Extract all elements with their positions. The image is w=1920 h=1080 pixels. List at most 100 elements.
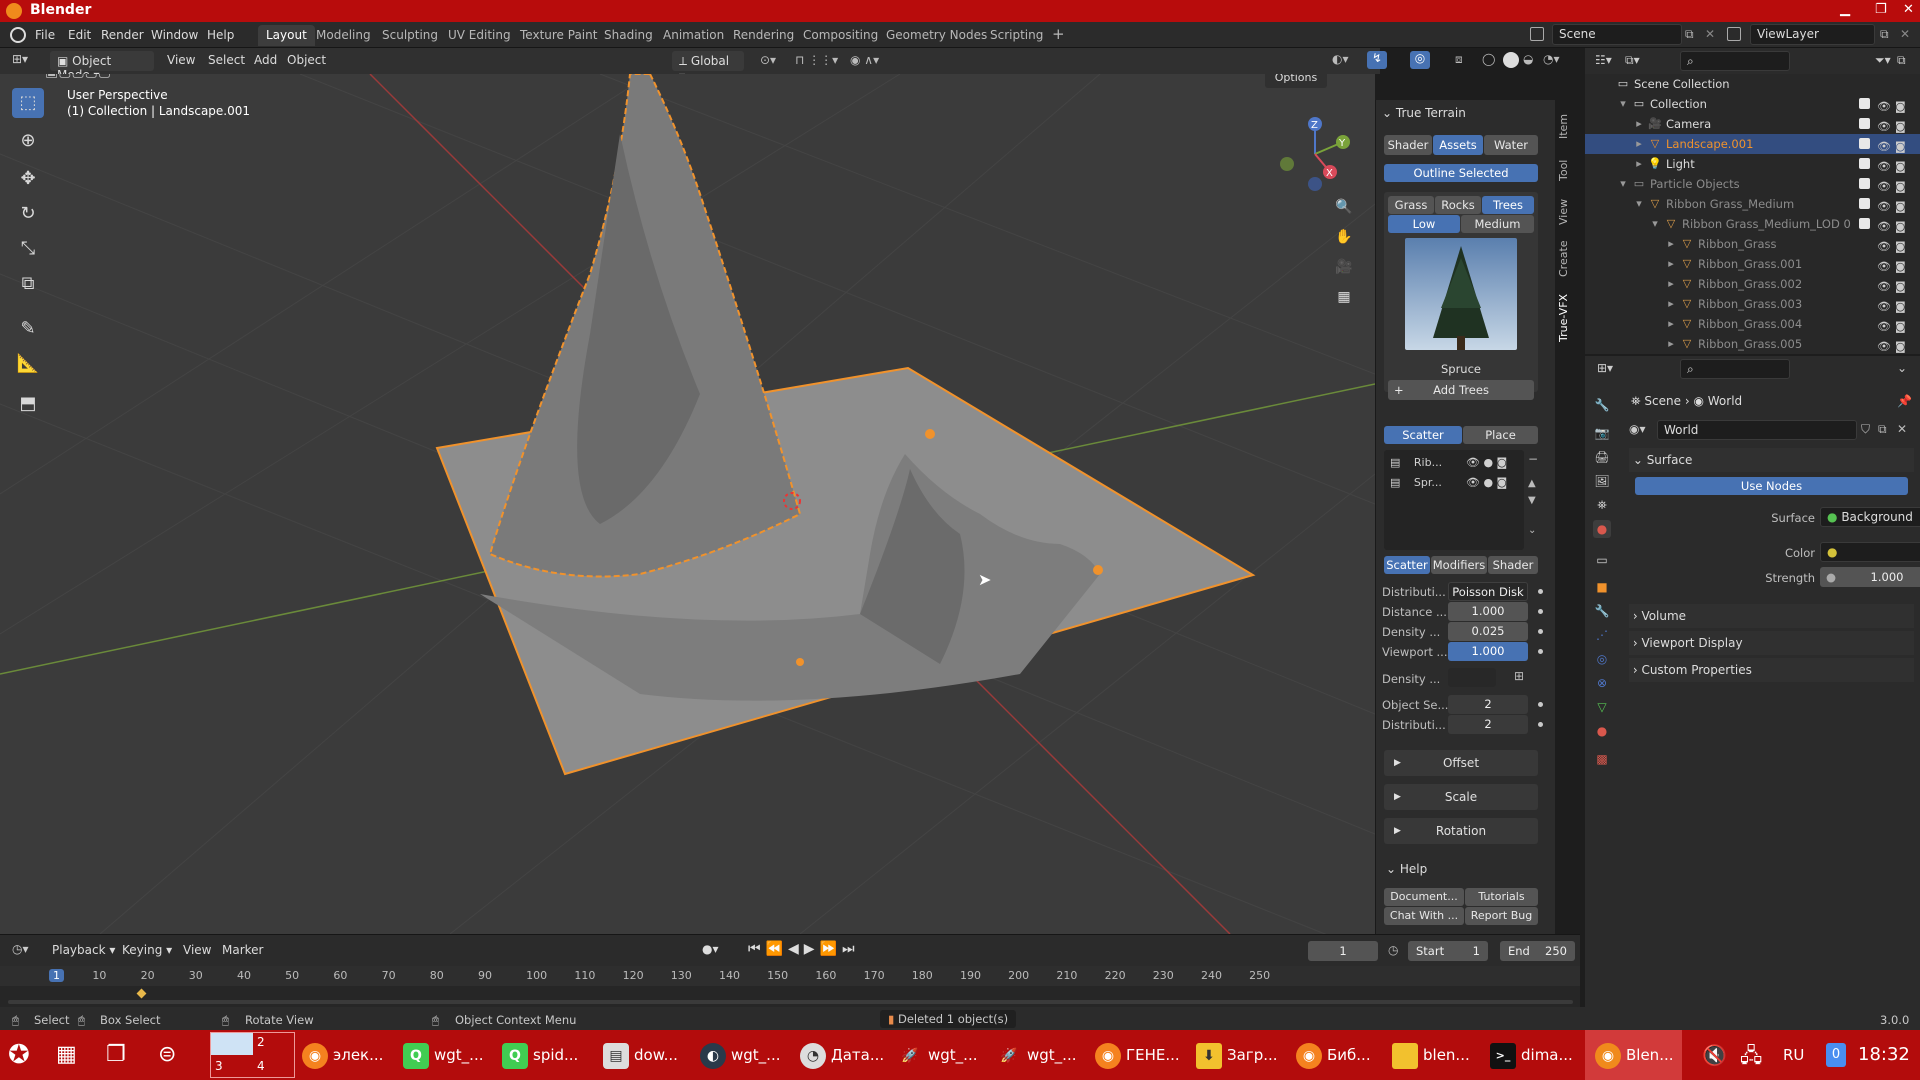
- expand-arrow-icon[interactable]: ▸: [1664, 237, 1678, 251]
- pan-view-icon[interactable]: ✋: [1331, 224, 1357, 250]
- preview-range-icon[interactable]: ◷: [1388, 943, 1398, 957]
- scale-section[interactable]: ▶ Scale: [1384, 784, 1538, 810]
- exclude-checkbox[interactable]: [1859, 218, 1870, 229]
- timeline-editor-icon[interactable]: ◷▾: [12, 942, 29, 956]
- list-menu-icon[interactable]: ⌄: [1528, 525, 1536, 536]
- task-qt-1[interactable]: Qwgt_...: [403, 1037, 483, 1073]
- transform-tool-icon[interactable]: ⧉: [12, 269, 44, 299]
- outliner-row[interactable]: ▾ ▽ Ribbon Grass_Medium 👁 ◙: [1585, 194, 1920, 214]
- navigation-gizmo[interactable]: Z Y X: [1275, 114, 1355, 194]
- side-tab-create[interactable]: Create: [1557, 237, 1573, 281]
- visibility-eye-icon[interactable]: 👁: [1877, 337, 1891, 357]
- particles-props-icon[interactable]: ⋰: [1593, 626, 1611, 644]
- new-scene-icon[interactable]: ⧉: [1685, 27, 1694, 42]
- add-cube-tool-icon[interactable]: ⬒: [12, 389, 44, 419]
- workspace-pager[interactable]: 2 3 4: [210, 1032, 295, 1078]
- spruce-thumbnail[interactable]: [1405, 238, 1517, 350]
- add-trees-button[interactable]: + Add Trees: [1388, 380, 1534, 400]
- menu-edit[interactable]: Edit: [68, 28, 91, 42]
- vp-menu-select[interactable]: Select: [208, 53, 245, 67]
- side-tab-tool[interactable]: Tool: [1557, 152, 1573, 188]
- list-item[interactable]: ▤ Rib... 👁 ● ◙: [1390, 456, 1520, 472]
- expand-arrow-icon[interactable]: ▸: [1632, 157, 1646, 171]
- exclude-checkbox[interactable]: [1859, 138, 1870, 149]
- overlay-toggle-icon[interactable]: ◎: [1410, 51, 1430, 69]
- task-wgt-3[interactable]: ◐ wgt_...: [700, 1037, 780, 1073]
- workspace-4[interactable]: 4: [257, 1059, 265, 1073]
- tab-shading[interactable]: Shading: [596, 25, 661, 46]
- strength-field[interactable]: ● 1.000: [1820, 567, 1920, 587]
- timeline-menu-view[interactable]: View: [183, 943, 211, 957]
- scene-field[interactable]: Scene: [1552, 24, 1682, 45]
- timeline-scrollbar[interactable]: [8, 1000, 1573, 1004]
- expand-arrow-icon[interactable]: ▸: [1664, 257, 1678, 271]
- keyframe-marker[interactable]: [136, 988, 147, 999]
- solid-shading-icon[interactable]: [1503, 52, 1519, 68]
- world-props-icon[interactable]: ●: [1593, 520, 1611, 538]
- density-field[interactable]: 0.025: [1448, 622, 1528, 641]
- list-item-toggles-icon[interactable]: 👁 ● ◙: [1466, 476, 1507, 489]
- menu-file[interactable]: File: [35, 28, 55, 42]
- texture-props-icon[interactable]: ▩: [1593, 750, 1611, 768]
- exclude-checkbox[interactable]: [1859, 158, 1870, 169]
- zoom-view-icon[interactable]: 🔍: [1331, 194, 1357, 220]
- asset-trees-button[interactable]: Trees: [1482, 196, 1534, 214]
- view-layer-icon[interactable]: [1727, 27, 1741, 41]
- expand-arrow-icon[interactable]: ▸: [1664, 317, 1678, 331]
- outliner-row[interactable]: ▸ ▽ Ribbon_Grass.004 👁 ◙: [1585, 314, 1920, 334]
- scene-props-icon[interactable]: ⛯: [1593, 496, 1611, 514]
- subtab-shader[interactable]: Shader: [1488, 556, 1538, 574]
- files-icon[interactable]: ⊜: [158, 1037, 176, 1073]
- view-layer-field[interactable]: ViewLayer: [1750, 24, 1875, 45]
- task-downloads[interactable]: ▤ dow...: [603, 1037, 678, 1073]
- keyframe-dot[interactable]: [1538, 722, 1543, 727]
- scene-icon[interactable]: [1530, 27, 1544, 41]
- close-icon[interactable]: ✕: [1903, 2, 1914, 17]
- expand-arrow-icon[interactable]: ▾: [1648, 217, 1662, 231]
- view-layer-props-icon[interactable]: 🖼: [1593, 472, 1611, 490]
- workspace-3[interactable]: 3: [215, 1059, 223, 1073]
- report-bug-button[interactable]: Report Bug: [1465, 907, 1538, 925]
- new-world-icon[interactable]: ⧉: [1878, 422, 1887, 437]
- outliner-row[interactable]: ▸ 💡 Light 👁 ◙: [1585, 154, 1920, 174]
- render-props-icon[interactable]: 📷: [1593, 424, 1611, 442]
- current-frame-field[interactable]: 1: [1308, 941, 1378, 961]
- editor-type-icon[interactable]: ⊞▾: [12, 52, 40, 70]
- list-item-toggles-icon[interactable]: 👁 ● ◙: [1466, 456, 1507, 469]
- distribution-seed-field[interactable]: 2: [1448, 715, 1528, 734]
- gizmo-toggle-icon[interactable]: ↯: [1367, 51, 1387, 69]
- task-terminal[interactable]: >_ dima...: [1490, 1037, 1573, 1073]
- tab-animation[interactable]: Animation: [655, 25, 732, 46]
- tab-compositing[interactable]: Compositing: [795, 25, 886, 46]
- collection-props-icon[interactable]: ▭: [1593, 551, 1611, 569]
- expand-arrow-icon[interactable]: ▾: [1616, 97, 1630, 111]
- outliner-row[interactable]: ▸ ▽ Ribbon_Grass.003 👁 ◙: [1585, 294, 1920, 314]
- delete-view-layer-icon[interactable]: ✕: [1900, 27, 1910, 41]
- expand-arrow-icon[interactable]: ▸: [1632, 137, 1646, 151]
- mode-scatter-button[interactable]: Scatter: [1384, 426, 1462, 444]
- mode-dropdown[interactable]: ▣ Object Mode ▾: [50, 51, 154, 82]
- outliner-row[interactable]: ▾ ▭ Particle Objects 👁 ◙: [1585, 174, 1920, 194]
- subtab-scatter[interactable]: Scatter: [1384, 556, 1430, 574]
- move-tool-icon[interactable]: ✥: [12, 164, 44, 194]
- menu-marker[interactable]: Marker: [222, 943, 263, 957]
- documentation-button[interactable]: Document...: [1384, 888, 1464, 906]
- world-name-field[interactable]: World: [1657, 420, 1857, 440]
- asset-rocks-button[interactable]: Rocks: [1435, 196, 1481, 214]
- quality-low-button[interactable]: Low: [1388, 215, 1460, 233]
- offset-section[interactable]: ▶ Offset: [1384, 750, 1538, 776]
- keyframe-dot[interactable]: [1538, 629, 1543, 634]
- keyframe-dot[interactable]: [1538, 609, 1543, 614]
- outliner-editor-icon[interactable]: ☷▾: [1595, 53, 1612, 67]
- wireframe-shading-icon[interactable]: ◯: [1482, 52, 1495, 66]
- task-data[interactable]: ◔ Дата...: [800, 1037, 884, 1073]
- pivot-icon[interactable]: ⊙▾: [760, 53, 776, 67]
- volume-panel-header[interactable]: › Volume: [1629, 604, 1914, 628]
- color-field[interactable]: ●: [1820, 542, 1920, 562]
- exclude-checkbox[interactable]: [1859, 198, 1870, 209]
- outliner-row[interactable]: ▸ 🎥 Camera 👁 ◙: [1585, 114, 1920, 134]
- menu-keying[interactable]: Keying ▾: [122, 943, 172, 957]
- visibility-icon[interactable]: ◐▾: [1332, 52, 1349, 66]
- snap-icon[interactable]: ⊓ ⋮⋮▾: [795, 53, 838, 67]
- physics-props-icon[interactable]: ◎: [1593, 650, 1611, 668]
